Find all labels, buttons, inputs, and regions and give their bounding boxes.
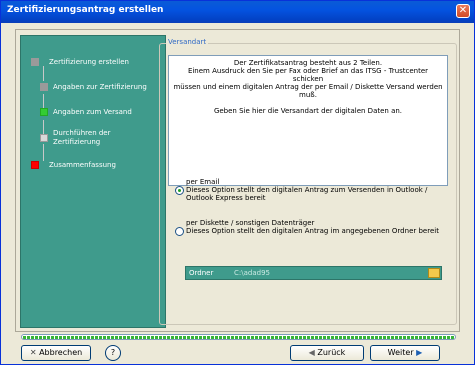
option-title: per Email xyxy=(186,178,220,186)
wizard-window: Zertifizierungsantrag erstellen ✕ Zertif… xyxy=(0,0,475,365)
step-status-icon xyxy=(40,83,48,91)
step-1-label: Zertifizierung erstellen xyxy=(49,58,129,66)
steps-sidebar: Zertifizierung erstellen Angaben zur Zer… xyxy=(20,35,166,328)
option-disk[interactable]: per Diskette / sonstigen Datenträger Die… xyxy=(175,219,451,236)
group-legend: Versandart xyxy=(166,38,209,46)
step-status-icon xyxy=(31,161,39,169)
help-button[interactable]: ? xyxy=(105,345,121,361)
next-label: Weiter xyxy=(387,348,414,357)
back-label: Zurück xyxy=(317,348,346,357)
window-title: Zertifizierungsantrag erstellen xyxy=(7,5,164,15)
cancel-button[interactable]: ✕ Abbrechen xyxy=(21,345,91,361)
step-status-icon xyxy=(40,134,48,142)
help-icon: ? xyxy=(110,348,116,357)
step-4-label: Durchführen der Zertifizierung xyxy=(53,129,111,146)
step-status-icon xyxy=(40,108,48,116)
folder-input[interactable]: C:\adad95 xyxy=(228,267,426,279)
step-connector xyxy=(43,120,44,135)
content-panel: Zertifizierung erstellen Angaben zur Zer… xyxy=(15,29,460,332)
folder-icon[interactable] xyxy=(428,268,440,278)
info-line: müssen und einem digitalen Antrag der pe… xyxy=(173,83,443,99)
close-icon: ✕ xyxy=(458,5,468,16)
radio-email[interactable] xyxy=(175,186,184,195)
option-email[interactable]: per Email Dieses Option stellt den digit… xyxy=(175,178,451,202)
cancel-label: Abbrechen xyxy=(39,348,83,357)
next-button[interactable]: Weiter ▶ xyxy=(370,345,440,361)
step-connector xyxy=(43,144,44,161)
step-2-label: Angaben zur Zertifizierung xyxy=(53,83,147,91)
info-box: Der Zertifikatsantrag besteht aus 2 Teil… xyxy=(168,55,448,186)
option-desc: Dieses Option stellt den digitalen Antra… xyxy=(186,227,439,235)
step-connector xyxy=(43,66,44,81)
step-connector xyxy=(43,94,44,109)
info-line: Geben Sie hier die Versandart der digita… xyxy=(213,107,403,115)
step-3-label: Angaben zum Versand xyxy=(53,108,132,116)
close-button[interactable]: ✕ xyxy=(456,4,470,18)
next-arrow-icon: ▶ xyxy=(413,348,423,357)
option-desc: Dieses Option stellt den digitalen Antra… xyxy=(186,186,428,202)
radio-selected-dot xyxy=(178,189,181,192)
back-button[interactable]: ◀ Zurück xyxy=(290,345,364,361)
info-line: Einem Ausdruck den Sie per Fax oder Brie… xyxy=(187,67,429,83)
info-line: Der Zertifikatsantrag besteht aus 2 Teil… xyxy=(233,59,383,67)
progress-fill xyxy=(23,336,454,339)
cancel-icon: ✕ xyxy=(29,348,40,357)
option-title: per Diskette / sonstigen Datenträger xyxy=(186,219,315,227)
title-bar[interactable]: Zertifizierungsantrag erstellen ✕ xyxy=(1,1,474,23)
radio-disk[interactable] xyxy=(175,227,184,236)
step-5-label: Zusammenfassung xyxy=(49,161,116,169)
folder-row: Ordner C:\adad95 xyxy=(185,266,442,280)
progress-bar xyxy=(21,334,456,340)
step-status-icon xyxy=(31,58,39,66)
folder-label: Ordner xyxy=(189,269,214,277)
